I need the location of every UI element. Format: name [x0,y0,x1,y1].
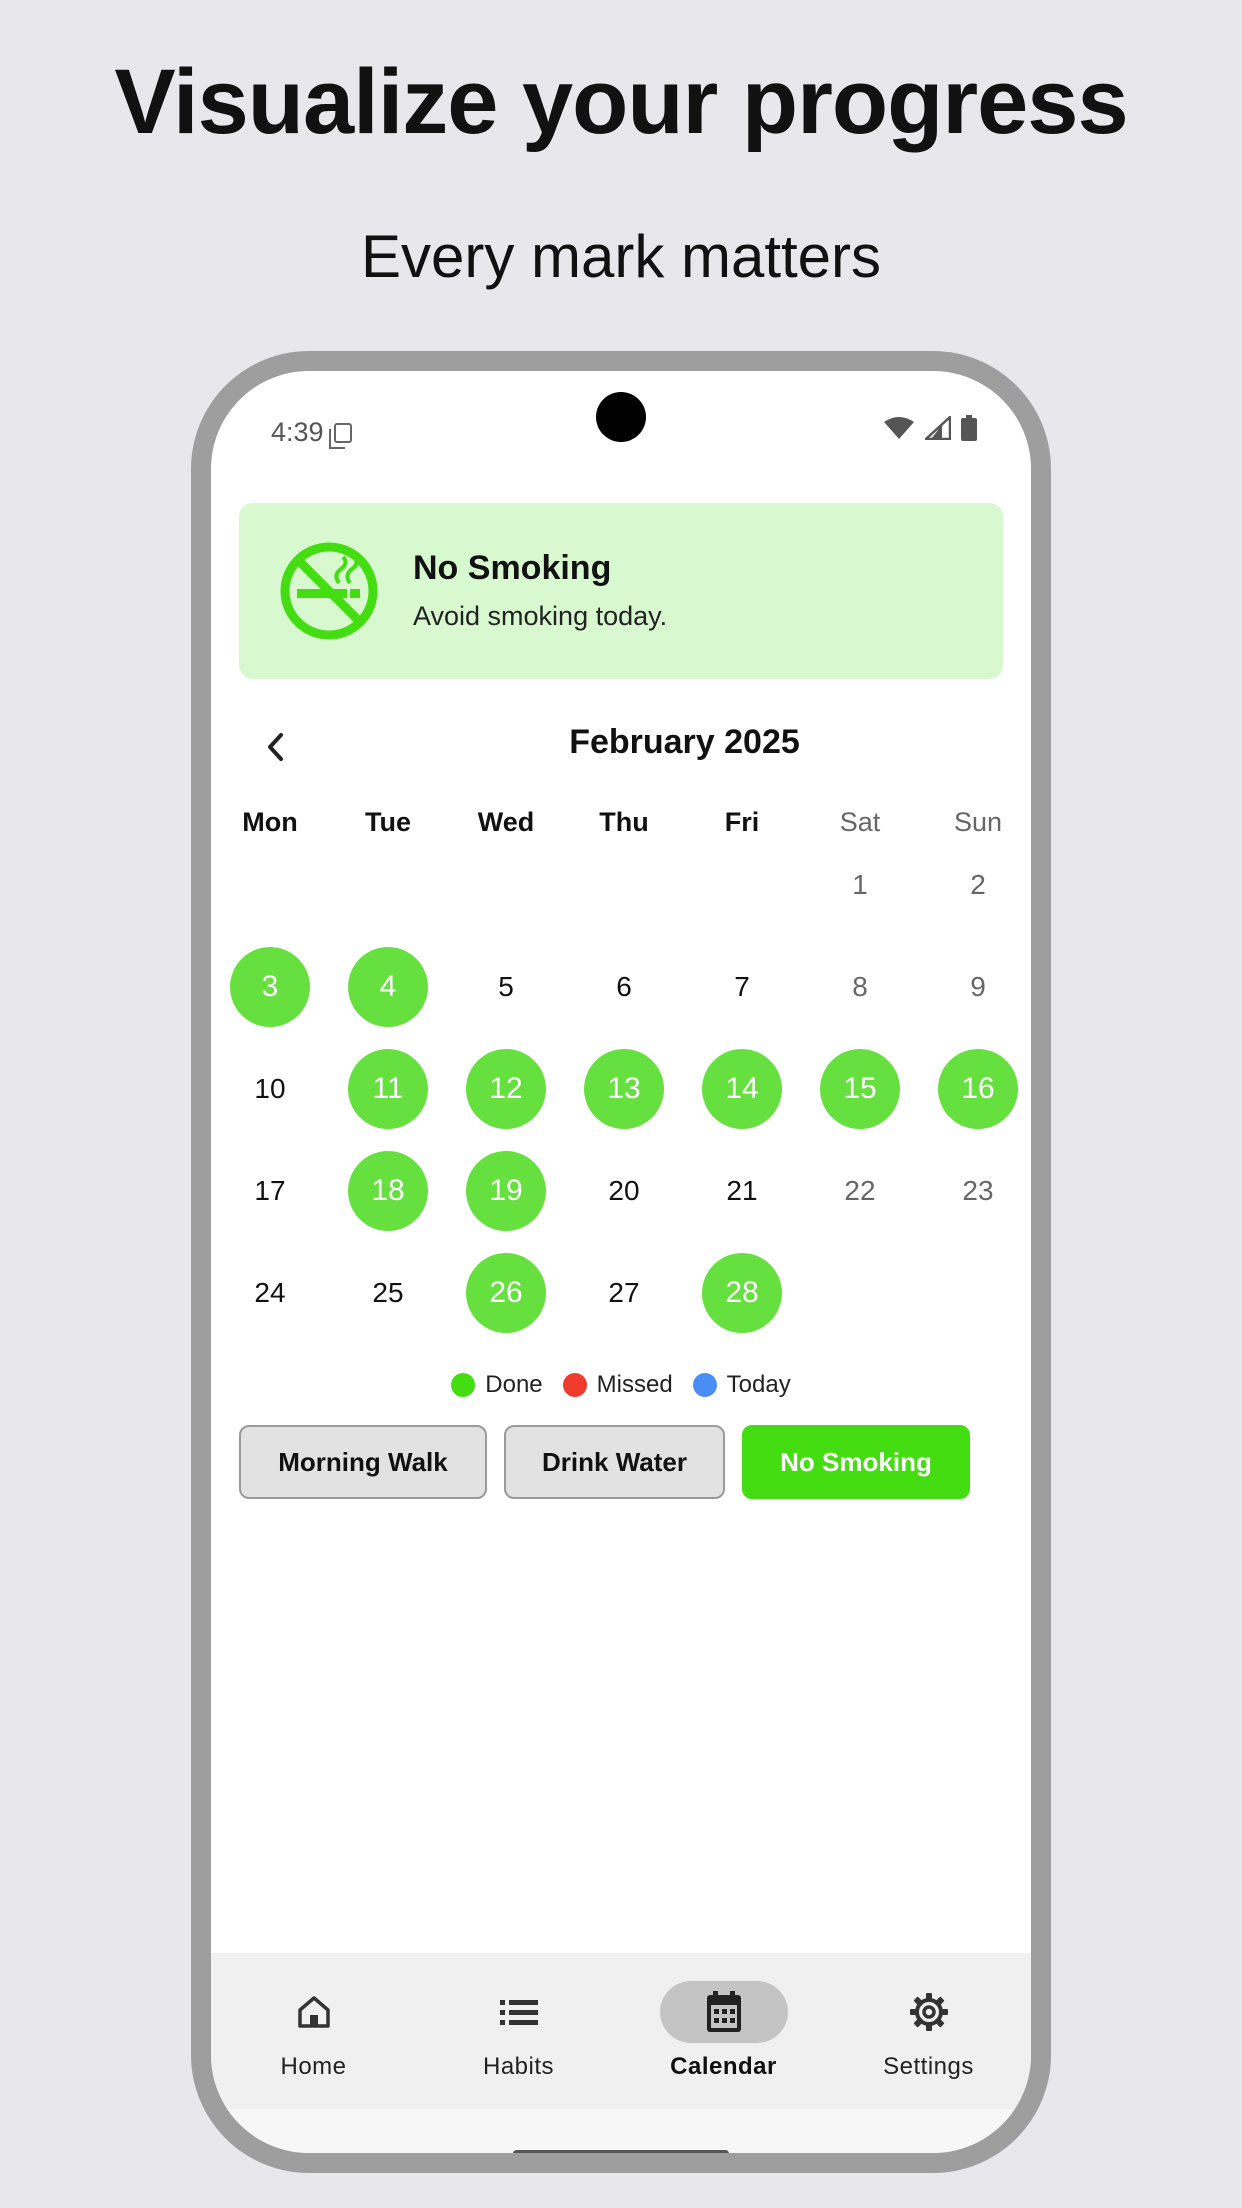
weekday-sat: Sat [839,807,881,837]
gesture-area [211,2109,1031,2153]
phone-frame: 4:39 No Smoking Avoid smoking today. Feb… [191,351,1051,2173]
calendar-day[interactable]: 6 [584,947,664,1027]
bottom-navigation: Home Habits Calendar Settings [211,1953,1031,2109]
habit-banner: No Smoking Avoid smoking today. [239,503,1003,679]
nav-habits[interactable]: Habits [416,1953,621,2109]
nav-calendar-label: Calendar [670,2053,777,2080]
nav-calendar-indicator [659,1981,788,2043]
legend-missed-dot [562,1373,587,1397]
home-icon [297,1996,330,2028]
legend-done-label: Done [485,1371,543,1398]
status-time: 4:39 [271,417,324,447]
home-gesture-bar[interactable] [513,2150,729,2153]
nav-calendar[interactable]: Calendar [621,1953,826,2109]
cellular-signal-icon [925,416,951,440]
legend-missed: Missed [562,1371,673,1399]
calendar-day[interactable]: 16 [938,1049,1018,1129]
status-bar-time-group: 4:39 [271,417,352,449]
weekday-sun: Sun [953,807,1003,837]
calendar-day[interactable]: 19 [466,1151,546,1231]
calendar-day[interactable]: 25 [348,1253,428,1333]
nav-habits-indicator [455,1981,583,2043]
legend-missed-label: Missed [596,1371,673,1398]
calendar-day[interactable]: 15 [820,1049,900,1129]
nav-home[interactable]: Home [211,1953,416,2109]
calendar-day[interactable]: 5 [466,947,546,1027]
calendar-day[interactable]: 8 [820,947,900,1027]
no-smoking-icon [280,542,378,640]
calendar-day[interactable]: 17 [230,1151,310,1231]
habit-selector: Morning Walk Drink Water No Smoking [239,1425,970,1499]
gear-icon [909,1993,948,2031]
front-camera [596,392,646,442]
calendar-day[interactable]: 26 [466,1253,546,1333]
nav-home-indicator [250,1981,378,2043]
habit-chip-morning-walk[interactable]: Morning Walk [239,1425,487,1499]
calendar-day[interactable]: 21 [702,1151,782,1231]
calendar-day[interactable]: 9 [938,947,1018,1027]
calendar-day[interactable]: 11 [348,1049,428,1129]
legend-today: Today [692,1371,791,1399]
nav-home-label: Home [280,2053,347,2080]
nav-settings[interactable]: Settings [826,1953,1031,2109]
habit-chip-no-smoking[interactable]: No Smoking [742,1425,970,1499]
legend-today-dot [692,1373,717,1397]
calendar-day[interactable]: 7 [702,947,782,1027]
sim-card-icon [328,422,352,449]
habit-title: No Smoking [413,549,612,587]
calendar-icon [706,1991,741,2032]
weekday-thu: Thu [599,807,649,837]
calendar-day[interactable]: 13 [584,1049,664,1129]
calendar-day[interactable]: 4 [348,947,428,1027]
weekday-tue: Tue [365,807,411,837]
weekday-wed: Wed [477,807,535,837]
calendar-day[interactable]: 2 [938,845,1018,925]
calendar-day[interactable]: 1 [820,845,900,925]
calendar-day[interactable]: 18 [348,1151,428,1231]
status-icons [883,415,977,441]
calendar-day[interactable]: 10 [230,1049,310,1129]
calendar-day[interactable]: 22 [820,1151,900,1231]
legend-done-dot [451,1373,476,1397]
nav-habits-label: Habits [482,2053,555,2080]
calendar-day[interactable]: 24 [230,1253,310,1333]
month-title: February 2025 [569,723,800,761]
marketing-headline: Visualize your progress [114,51,1128,153]
phone-screen: 4:39 No Smoking Avoid smoking today. Feb… [211,371,1031,2153]
calendar-day[interactable]: 3 [230,947,310,1027]
weekday-mon: Mon [242,807,298,837]
calendar-legend: Done Missed Today [211,1371,1031,1399]
habit-chip-drink-water[interactable]: Drink Water [504,1425,725,1499]
habit-subtitle: Avoid smoking today. [413,601,668,631]
calendar-day[interactable]: 23 [938,1151,1018,1231]
list-icon [499,2000,538,2025]
calendar-day[interactable]: 12 [466,1049,546,1129]
nav-settings-indicator [865,1981,993,2043]
marketing-subheadline: Every mark matters [360,223,882,290]
nav-settings-label: Settings [883,2053,974,2080]
calendar-day[interactable]: 14 [702,1049,782,1129]
weekday-fri: Fri [724,807,760,837]
calendar-day[interactable]: 20 [584,1151,664,1231]
legend-done: Done [451,1371,543,1399]
calendar-day[interactable]: 28 [702,1253,782,1333]
legend-today-label: Today [726,1371,791,1398]
wifi-icon [884,417,914,439]
calendar-day[interactable]: 27 [584,1253,664,1333]
battery-icon [961,415,977,441]
